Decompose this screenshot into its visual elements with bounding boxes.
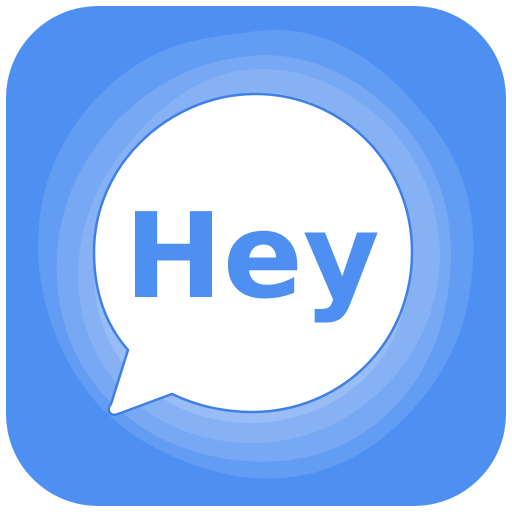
app-icon: Hey xyxy=(0,0,512,512)
app-icon-graphic: Hey xyxy=(6,6,506,506)
hey-label: Hey xyxy=(124,187,380,325)
